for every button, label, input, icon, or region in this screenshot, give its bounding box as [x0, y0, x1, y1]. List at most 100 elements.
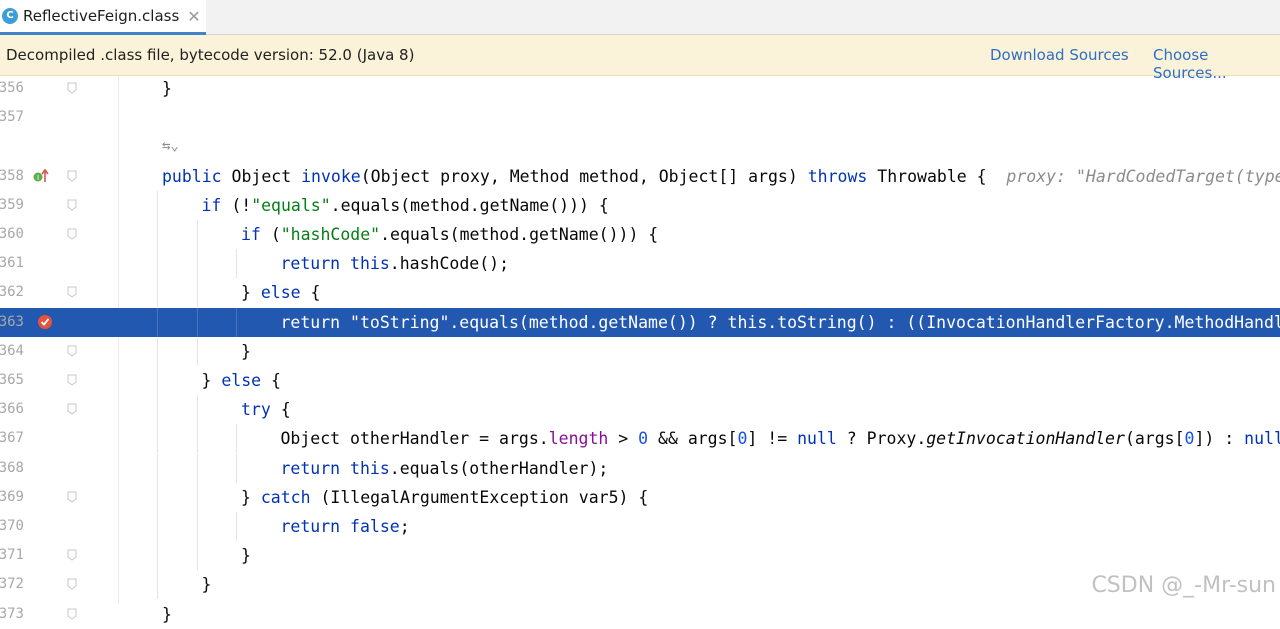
- code-token: {: [311, 283, 321, 302]
- code-line[interactable]: 362 } else {: [0, 278, 1280, 307]
- close-icon[interactable]: ✕: [187, 7, 200, 26]
- line-number[interactable]: 356: [0, 74, 24, 103]
- code-line[interactable]: 361 return this.hashCode();: [0, 249, 1280, 278]
- code-token: }: [241, 342, 251, 361]
- fold-marker-icon[interactable]: [67, 374, 77, 386]
- line-number[interactable]: 371: [0, 541, 24, 570]
- code-text[interactable]: return this.equals(otherHandler);: [281, 454, 609, 483]
- banner-text: Decompiled .class file, bytecode version…: [6, 46, 414, 64]
- code-text[interactable]: if (!"equals".equals(method.getName())) …: [202, 191, 609, 220]
- fold-marker-icon[interactable]: [67, 578, 77, 590]
- code-line[interactable]: 357: [0, 103, 1280, 132]
- code-token: }: [202, 371, 222, 390]
- code-vision-icon[interactable]: ⇆⌄: [162, 132, 179, 161]
- fold-marker-icon[interactable]: [67, 403, 77, 415]
- fold-marker-icon[interactable]: [67, 491, 77, 503]
- code-line[interactable]: 369 } catch (IllegalArgumentException var…: [0, 483, 1280, 512]
- download-sources-link[interactable]: Download Sources: [990, 46, 1129, 64]
- code-line[interactable]: 356}: [0, 74, 1280, 103]
- code-line[interactable]: 366 try {: [0, 395, 1280, 424]
- code-token: ]) :: [1194, 429, 1244, 448]
- code-text[interactable]: Object otherHandler = args.length > 0 &&…: [281, 424, 1280, 453]
- line-number[interactable]: 367: [0, 424, 24, 453]
- indent-guide: [236, 424, 237, 453]
- line-number[interactable]: 364: [0, 337, 24, 366]
- line-number[interactable]: 368: [0, 454, 24, 483]
- code-token: "hashCode": [281, 225, 380, 244]
- code-text[interactable]: }: [241, 541, 251, 570]
- code-text[interactable]: }: [202, 570, 212, 599]
- fold-marker-icon[interactable]: [67, 199, 77, 211]
- indent-guide: [157, 424, 158, 453]
- code-text[interactable]: if ("hashCode".equals(method.getName()))…: [241, 220, 658, 249]
- code-token: (IllegalArgumentException var5) {: [320, 488, 648, 507]
- code-line[interactable]: 371}: [0, 541, 1280, 570]
- line-number[interactable]: 366: [0, 395, 24, 424]
- indent-guide: [157, 278, 158, 307]
- code-line[interactable]: 372}: [0, 570, 1280, 599]
- line-number[interactable]: 369: [0, 483, 24, 512]
- code-token: Object: [232, 167, 302, 186]
- code-token: }: [241, 546, 251, 565]
- code-token: this: [350, 254, 390, 273]
- code-text[interactable]: } else {: [202, 366, 281, 395]
- fold-marker-icon[interactable]: [67, 82, 77, 94]
- implements-method-icon[interactable]: I: [32, 168, 50, 184]
- indent-guide: [236, 249, 237, 278]
- code-token: Throwable {: [877, 167, 1006, 186]
- code-token: }: [162, 605, 172, 624]
- code-line[interactable]: 368 return this.equals(otherHandler);: [0, 454, 1280, 483]
- code-line[interactable]: 370 return false;: [0, 512, 1280, 541]
- code-text[interactable]: return "toString".equals(method.getName(…: [281, 308, 1280, 337]
- line-number[interactable]: 370: [0, 512, 24, 541]
- code-text[interactable]: return this.hashCode();: [281, 249, 510, 278]
- line-number[interactable]: 365: [0, 366, 24, 395]
- code-line[interactable]: 358 Ipublic Object invoke(Object proxy, M…: [0, 162, 1280, 191]
- code-token: return: [281, 517, 351, 536]
- code-text[interactable]: } catch (IllegalArgumentException var5) …: [241, 483, 648, 512]
- code-text[interactable]: }: [162, 74, 172, 103]
- code-line[interactable]: 367 Object otherHandler = args.length > 0…: [0, 424, 1280, 453]
- line-number[interactable]: 359: [0, 191, 24, 220]
- code-text[interactable]: } else {: [241, 278, 320, 307]
- line-number[interactable]: 360: [0, 220, 24, 249]
- line-number[interactable]: 362: [0, 278, 24, 307]
- code-line[interactable]: 360 if ("hashCode".equals(method.getName(…: [0, 220, 1280, 249]
- code-line[interactable]: 364}: [0, 337, 1280, 366]
- fold-marker-icon[interactable]: [67, 170, 77, 182]
- indent-guide: [197, 308, 198, 337]
- indent-guide: [197, 278, 198, 307]
- line-number[interactable]: 372: [0, 570, 24, 599]
- code-token: ;: [400, 517, 410, 536]
- code-text[interactable]: }: [241, 337, 251, 366]
- fold-marker-icon[interactable]: [67, 228, 77, 240]
- code-token: >: [608, 429, 638, 448]
- line-number[interactable]: [0, 132, 24, 161]
- line-number[interactable]: 363: [0, 308, 24, 337]
- code-text[interactable]: public Object invoke(Object proxy, Metho…: [162, 162, 1280, 191]
- code-token: }: [162, 79, 172, 98]
- line-number[interactable]: 357: [0, 103, 24, 132]
- fold-marker-icon[interactable]: [67, 608, 77, 620]
- indent-guide: [197, 337, 198, 366]
- indent-guide: [197, 483, 198, 512]
- code-line[interactable]: 365 } else {: [0, 366, 1280, 395]
- code-line[interactable]: 359 if (!"equals".equals(method.getName()…: [0, 191, 1280, 220]
- code-line-current[interactable]: 363 return "toString".equals(method.getNa…: [0, 308, 1280, 337]
- indent-guide: [197, 249, 198, 278]
- tab-reflectivefeign[interactable]: C ReflectiveFeign.class ✕: [0, 0, 206, 35]
- code-text[interactable]: return false;: [281, 512, 410, 541]
- line-number[interactable]: 358: [0, 162, 24, 191]
- fold-marker-icon[interactable]: [67, 286, 77, 298]
- code-text[interactable]: try {: [241, 395, 291, 424]
- code-token: ] !=: [747, 429, 797, 448]
- line-number[interactable]: 361: [0, 249, 24, 278]
- editor-tab-bar: C ReflectiveFeign.class ✕: [0, 0, 1280, 35]
- indent-guide: [157, 541, 158, 570]
- code-token: .equals(method.getName())) {: [331, 196, 609, 215]
- fold-marker-icon[interactable]: [67, 549, 77, 561]
- breakpoint-icon[interactable]: [37, 314, 53, 330]
- code-line[interactable]: ⇆⌄: [0, 132, 1280, 161]
- code-token: if: [241, 225, 271, 244]
- fold-marker-icon[interactable]: [67, 345, 77, 357]
